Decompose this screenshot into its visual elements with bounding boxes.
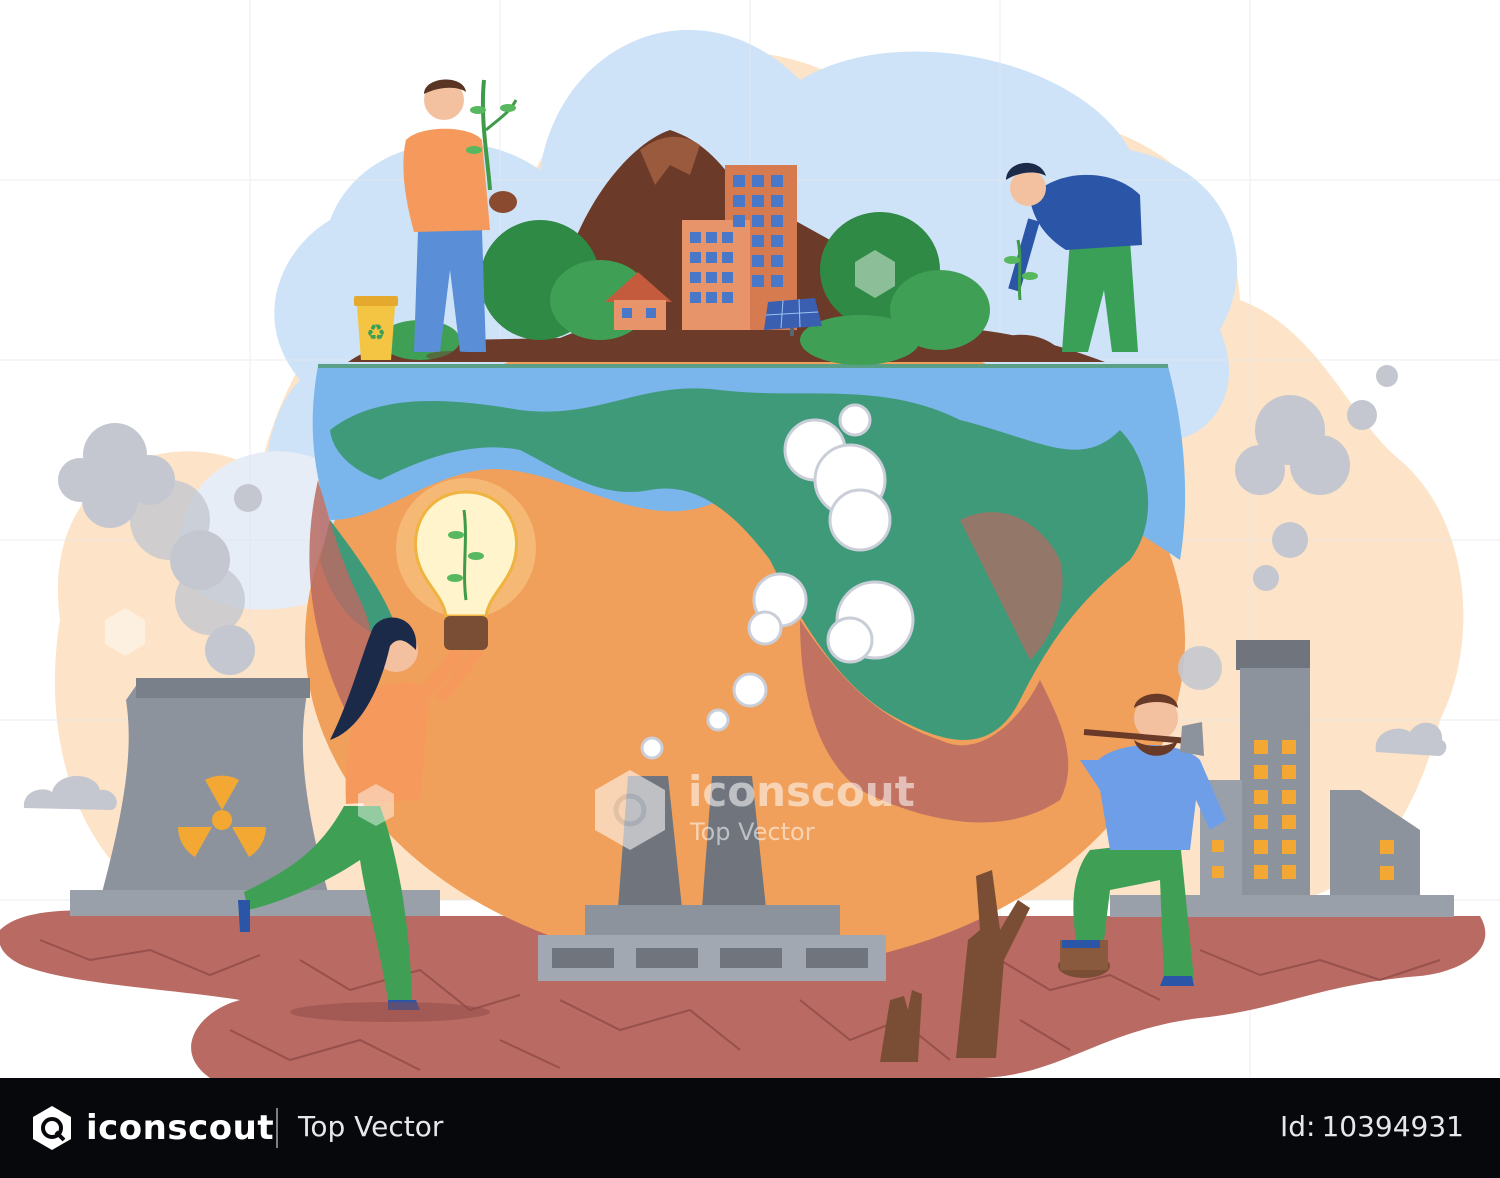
footer-brand-name: iconscout <box>86 1108 275 1148</box>
asset-id: Id: 10394931 <box>1280 1110 1470 1143</box>
footer-divider <box>276 1108 278 1148</box>
watermark-brand: iconscout <box>688 767 915 816</box>
footer-tagline: Top Vector <box>298 1110 444 1143</box>
recycle-bin-icon: ♻ <box>354 296 398 360</box>
asset-id-label: Id: <box>1280 1110 1316 1143</box>
svg-text:♻: ♻ <box>366 321 386 346</box>
asset-id-value: 10394931 <box>1321 1110 1464 1143</box>
footer-bar: iconscout Top Vector Id: 10394931 <box>0 1078 1500 1178</box>
watermark-subtitle: Top Vector <box>689 818 815 846</box>
iconscout-logo-icon <box>33 1106 71 1150</box>
illustration: ♻ iconscout Top Vector <box>0 0 1500 1078</box>
footer-brand[interactable]: iconscout <box>28 1104 274 1152</box>
